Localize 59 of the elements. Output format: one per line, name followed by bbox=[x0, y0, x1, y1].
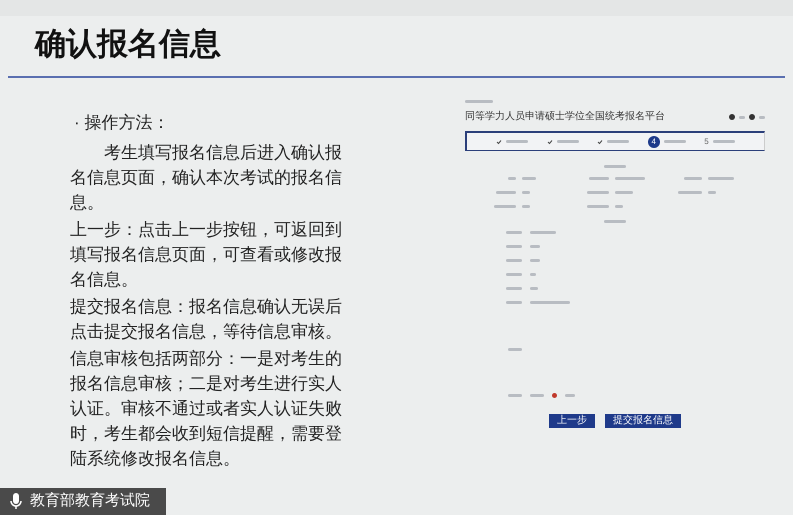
check-icon bbox=[496, 138, 502, 144]
illegible-label bbox=[530, 259, 540, 262]
illegible-label bbox=[615, 177, 645, 180]
platform-title: 同等学力人员申请硕士学位全国统考报名平台 bbox=[465, 111, 665, 123]
illegible-label bbox=[530, 231, 556, 234]
illegible-label bbox=[494, 205, 516, 208]
illegible-label bbox=[684, 177, 702, 180]
illegible-label bbox=[522, 177, 536, 180]
slide-paragraph: 上一步：点击上一步按钮，可返回到填写报名信息页面，可查看或修改报名信息。 bbox=[70, 219, 343, 291]
illegible-label bbox=[759, 116, 765, 118]
illegible-label bbox=[556, 140, 579, 143]
illegible-label bbox=[615, 191, 633, 194]
illegible-label bbox=[530, 245, 540, 248]
illegible-label bbox=[708, 177, 734, 180]
illegible-label bbox=[506, 231, 522, 234]
slide-paragraph: 考生填写报名信息后进入确认报名信息页面，确认本次考试的报名信息。 bbox=[70, 142, 343, 214]
form-button[interactable]: 提交报名信息 bbox=[605, 414, 681, 428]
check-icon bbox=[546, 138, 553, 144]
illegible-label bbox=[589, 177, 609, 180]
alert-icon bbox=[552, 393, 557, 398]
slide-paragraph: 信息审核包括两部分：一是对考生的报名信息审核；二是对考生进行实人认证。审核不通过或者实人认证失败时，考生都会收到短信提醒，需要登陆系统修改报名信息。 bbox=[70, 348, 343, 470]
illegible-label bbox=[530, 273, 536, 276]
illegible-label bbox=[496, 191, 516, 194]
check-icon bbox=[597, 138, 604, 144]
illegible-label bbox=[664, 140, 686, 143]
illegible-label bbox=[508, 177, 516, 180]
illegible-label bbox=[506, 245, 522, 248]
illegible-label bbox=[739, 116, 745, 118]
illegible-label bbox=[506, 140, 528, 143]
illegible-label bbox=[465, 100, 493, 103]
illegible-label bbox=[604, 165, 626, 168]
illegible-label bbox=[522, 205, 530, 208]
slide-heading: · 操作方法： bbox=[74, 112, 170, 134]
illegible-label bbox=[708, 191, 716, 194]
illegible-label bbox=[530, 301, 570, 304]
illegible-label bbox=[565, 394, 575, 397]
slide-paragraph: 提交报名信息：报名信息确认无误后点击提交报名信息，等待信息审核。 bbox=[70, 296, 343, 343]
microphone-icon bbox=[10, 493, 22, 510]
illegible-label bbox=[508, 394, 522, 397]
illegible-label bbox=[615, 205, 623, 208]
illegible-label bbox=[678, 191, 702, 194]
illegible-label bbox=[607, 140, 630, 143]
illegible-label bbox=[506, 273, 522, 276]
illegible-label bbox=[587, 191, 609, 194]
slide-title: 确认报名信息 bbox=[35, 25, 222, 63]
step-number: 4 bbox=[648, 136, 660, 148]
illegible-label bbox=[506, 287, 522, 290]
illegible-label bbox=[530, 394, 544, 397]
illegible-label bbox=[506, 301, 522, 304]
step-number: 5 bbox=[704, 136, 709, 148]
illegible-label bbox=[506, 259, 522, 262]
illegible-label bbox=[587, 205, 609, 208]
illegible-label bbox=[712, 140, 735, 143]
illegible-label bbox=[508, 348, 522, 351]
illegible-label bbox=[522, 191, 530, 194]
illegible-label bbox=[530, 287, 538, 290]
illegible-label bbox=[604, 220, 626, 223]
caption-text: 教育部教育考试院 bbox=[30, 491, 150, 512]
form-button[interactable]: 上一步 bbox=[549, 414, 595, 428]
